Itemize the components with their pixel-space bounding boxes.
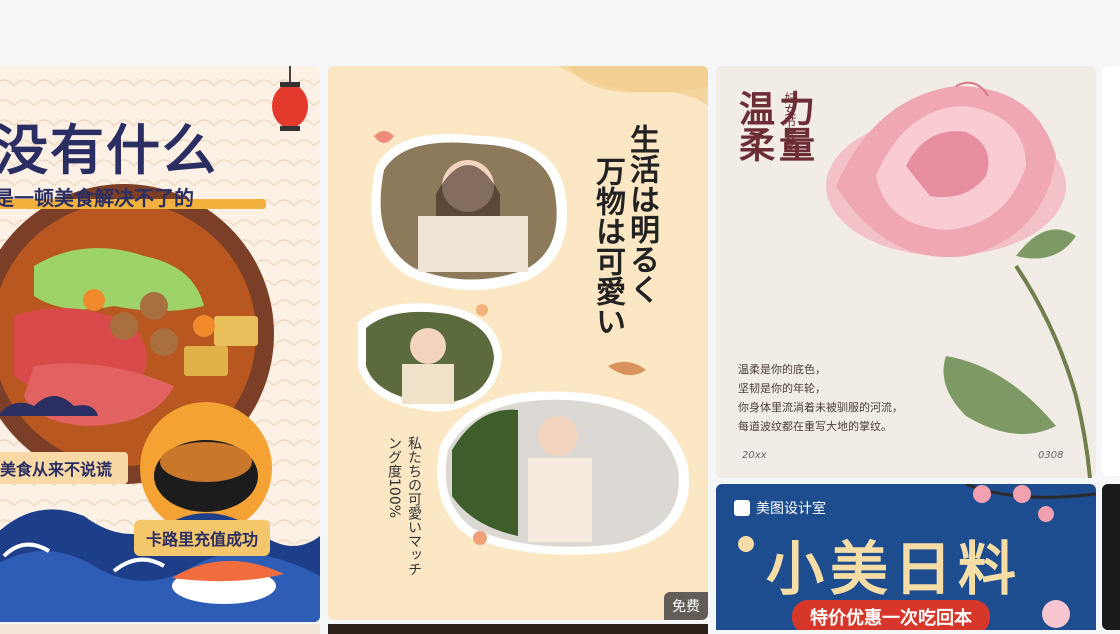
template-card-partial[interactable] xyxy=(1102,484,1120,630)
rose-date-left: 20xx xyxy=(742,450,767,461)
promo-banner: 特价优惠一次吃回本 xyxy=(792,600,990,630)
life-caption-line2: ング度100% xyxy=(386,436,402,519)
sushi-title: 小美日料 xyxy=(766,535,1023,603)
template-card-partial[interactable] xyxy=(328,624,708,634)
food-title: 没有什么 xyxy=(0,118,218,182)
poem-line: 你身体里流淌着未被驯服的河流， xyxy=(738,401,903,414)
food-note-label: 美食从来不说谎 xyxy=(0,452,129,484)
brand-name: 美图设计室 xyxy=(756,501,826,517)
food-note-label-2: 卡路里充值成功 xyxy=(134,520,271,556)
template-card-food[interactable]: 没有什么 是一顿美食解决不了的 美食从来不说谎 卡路里充值成功 xyxy=(0,66,320,622)
rose-date-right: 0308 xyxy=(1038,450,1064,461)
poem-line: 坚韧是你的年轮， xyxy=(738,382,826,395)
brand-logo-icon xyxy=(734,500,750,516)
free-badge: 免费 xyxy=(664,592,708,620)
life-heading-line1: 生活は明るく xyxy=(624,124,659,304)
template-card-life[interactable]: 生活は明るく 万物は可愛い 私たちの可愛いマッチ ング度100% 免费 xyxy=(328,66,708,620)
rose-title-line1: 温柔 xyxy=(733,90,775,162)
template-card-sushi[interactable]: 美图设计室 小美日料 特价优惠一次吃回本 xyxy=(716,484,1096,630)
life-caption-line1: 私たちの可愛いマッチ xyxy=(406,436,422,576)
template-card-partial[interactable] xyxy=(1102,66,1120,476)
brand-label: 美图设计室 xyxy=(734,498,826,518)
rose-subtitle: 妇女节文案 xyxy=(783,92,797,152)
template-card-partial[interactable] xyxy=(0,624,320,634)
template-card-rose[interactable]: 温柔 力量 妇女节文案 温柔是你的底色， 坚韧是你的年轮， 你身体里流淌着未被驯… xyxy=(716,66,1096,478)
rose-poem: 温柔是你的底色， 坚韧是你的年轮， 你身体里流淌着未被驯服的河流， 每道波纹都在… xyxy=(738,360,903,436)
food-subtitle: 是一顿美食解决不了的 xyxy=(0,186,194,210)
life-heading-line2: 万物は可愛い xyxy=(590,156,625,336)
poem-line: 每道波纹都在重写大地的掌纹。 xyxy=(738,420,892,433)
top-bar xyxy=(0,0,1120,64)
poem-line: 温柔是你的底色， xyxy=(738,363,826,376)
